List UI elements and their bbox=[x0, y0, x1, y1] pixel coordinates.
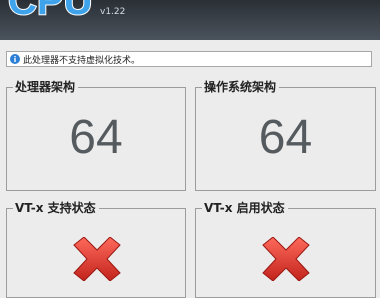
logo-text: CPU bbox=[8, 0, 92, 20]
os-arch-value: 64 bbox=[258, 111, 313, 164]
red-x-icon bbox=[262, 237, 310, 281]
info-message: 此处理器不支持虚拟化技术。 bbox=[23, 55, 141, 66]
vtx-enabled-panel: VT-x 启用状态 bbox=[195, 200, 376, 298]
info-bar: 此处理器不支持虚拟化技术。 bbox=[6, 51, 372, 67]
info-icon bbox=[10, 54, 20, 64]
app-logo: CPU bbox=[8, 0, 93, 20]
version-label: v1.22 bbox=[100, 7, 126, 17]
vtx-support-panel: VT-x 支持状态 bbox=[6, 200, 186, 298]
os-arch-title: 操作系统架构 bbox=[202, 79, 280, 95]
red-x-icon bbox=[73, 237, 121, 281]
os-arch-panel: 操作系统架构 64 bbox=[195, 79, 376, 191]
cpu-arch-value: 64 bbox=[69, 111, 123, 164]
app-header: CPU v1.22 bbox=[0, 0, 380, 40]
vtx-enabled-title: VT-x 启用状态 bbox=[202, 200, 288, 216]
cpu-arch-panel: 处理器架构 64 bbox=[6, 79, 186, 191]
vtx-support-title: VT-x 支持状态 bbox=[13, 200, 99, 216]
cpu-arch-title: 处理器架构 bbox=[13, 79, 79, 95]
